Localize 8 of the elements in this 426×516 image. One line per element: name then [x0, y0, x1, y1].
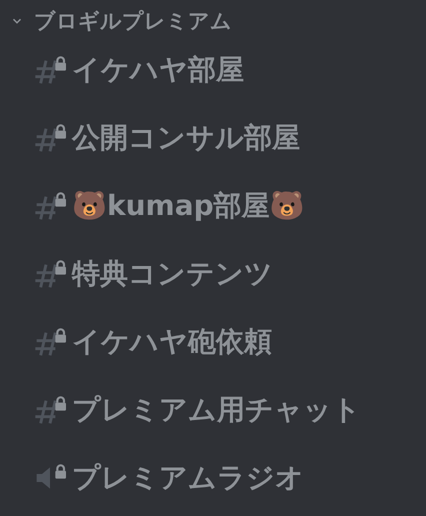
channel-name[interactable]: 🐻kumap部屋🐻 — [72, 187, 305, 225]
channel-name[interactable]: イケハヤ砲依頼 — [72, 323, 272, 361]
category-title[interactable]: ブロギルプレミアム — [34, 7, 232, 35]
channel-name[interactable]: 特典コンテンツ — [72, 255, 273, 293]
channel-name[interactable]: イケハヤ部屋 — [72, 51, 244, 89]
channel-name[interactable]: 公開コンサル部屋 — [72, 119, 300, 157]
channel-name[interactable]: プレミアムラジオ — [72, 459, 304, 497]
channel-name[interactable]: プレミアム用チャット — [72, 391, 361, 429]
